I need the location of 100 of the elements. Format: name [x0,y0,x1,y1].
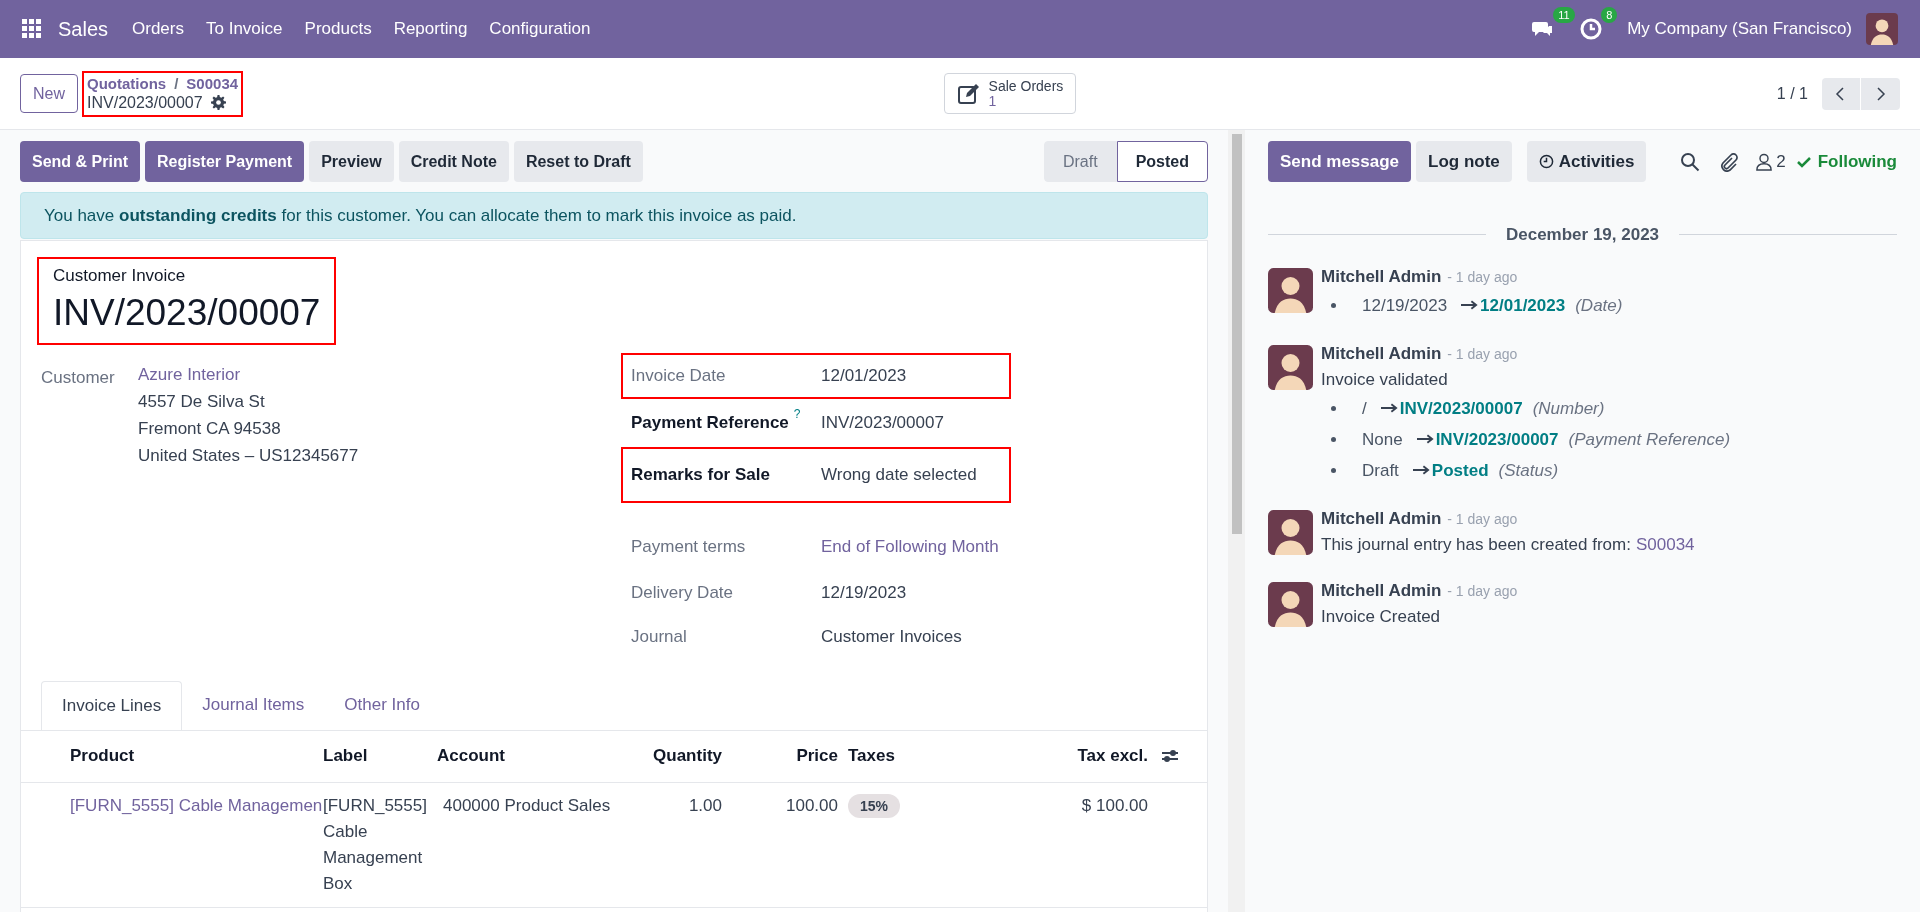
previous-button[interactable] [1822,77,1861,110]
bullet-icon [1331,405,1336,411]
search-icon [1680,151,1701,172]
smart-button[interactable]: Sale Orders 1 [943,73,1077,114]
field-value: Customer Invoices [821,625,962,648]
bullet-icon [1331,467,1336,473]
column-header[interactable]: Product [70,743,323,769]
company-name[interactable]: My Company (San Francisco) [1627,16,1852,42]
action-button[interactable]: Preview [309,141,394,182]
following-toggle[interactable]: Following [1817,148,1897,175]
message-author: Mitchell Admin [1321,579,1442,602]
help-mark[interactable]: ? [793,407,801,420]
clock-icon[interactable] [1579,17,1604,41]
field-value: 12/19/2023 [821,581,907,604]
chatter-button[interactable]: Send message [1268,141,1412,182]
scrollbar-thumb[interactable] [1231,134,1242,534]
column-header[interactable]: Quantity [637,743,722,769]
user-avatar-icon [1866,13,1898,45]
breadcrumb-separator: / [174,74,179,93]
tab[interactable]: Other Info [324,680,440,730]
table-cell-text: 400000 Product Sales [442,794,612,817]
message-author: Mitchell Admin [1321,342,1442,365]
table-cell-text: [FURN_5555] [323,794,428,817]
info-alert: You have outstanding credits for this customer. You can allocate them to mark this invoice as paid. [20,192,1208,239]
count-badge: 8 [1601,7,1618,23]
customer-link[interactable]: Azure Interior [138,360,359,388]
new-button[interactable]: New [20,74,78,113]
action-button[interactable]: Send & Print [20,141,140,182]
table-cell-text: Cable [323,820,369,843]
field-name: (Date) [1575,294,1623,317]
status-step[interactable]: Draft [1044,141,1117,182]
record-link[interactable]: S00034 [1635,531,1695,558]
arrow-right-icon [1461,300,1479,310]
tax-tag: 15% [848,793,901,818]
bullet-icon [1331,302,1336,308]
column-header[interactable]: Price [722,743,838,769]
table-cell-text: 100.00 [785,794,838,817]
field-name: (Number) [1532,397,1605,420]
new-value: Posted [1431,459,1489,482]
address-line: Fremont CA 94538 [138,417,282,440]
field-label: Payment Reference [631,411,789,434]
chatter-button[interactable]: Activities [1526,141,1647,182]
chatter-button[interactable]: Log note [1416,141,1512,182]
old-value: None [1362,428,1403,451]
action-button[interactable]: Register Payment [145,141,305,182]
message-time: - 1 day ago [1447,344,1518,364]
edit-icon [956,81,981,106]
old-value: Draft [1362,459,1399,482]
menu-item[interactable]: Products [304,16,372,42]
table-cell-text: $ 100.00 [1080,794,1148,817]
follower-count[interactable]: 2 [1776,148,1786,175]
clock-icon [1538,154,1554,169]
breadcrumb-link[interactable]: Quotations [87,74,167,93]
menu-item[interactable]: Configuration [489,16,591,42]
action-button[interactable]: Reset to Draft [513,141,643,182]
invoice-number: INV/2023/00007 [53,290,321,335]
action-button[interactable]: Credit Note [398,141,509,182]
menu-item[interactable]: Orders [132,16,184,42]
status-step[interactable]: Posted [1116,141,1208,182]
record-name: INV/2023/00007 [87,92,203,113]
smart-button-count: 1 [988,93,997,109]
message-author: Mitchell Admin [1321,265,1442,288]
field-name: (Status) [1498,459,1559,482]
message-time: - 1 day ago [1447,509,1518,529]
user-avatar-icon [1268,267,1313,313]
next-button[interactable] [1861,77,1900,110]
arrow-right-icon [1380,403,1398,413]
breadcrumb-link[interactable]: S00034 [186,74,239,93]
column-header[interactable]: Taxes [838,743,1028,769]
user-avatar-icon [1268,344,1313,390]
field-label: Payment terms [631,535,746,558]
tab[interactable]: Invoice Lines [41,680,183,730]
apps-menu-icon[interactable] [22,19,42,39]
person-icon [1756,152,1773,171]
new-value: 12/01/2023 [1480,294,1566,317]
message-body: Invoice validated [1321,368,1449,391]
field-name: (Payment Reference) [1568,428,1731,451]
address-line: United States – US12345677 [138,444,359,467]
menu-item[interactable]: Reporting [393,16,468,42]
message-time: - 1 day ago [1447,267,1518,287]
tab[interactable]: Journal Items [182,680,325,730]
paperclip-icon [1718,151,1739,172]
field-link[interactable]: End of Following Month [821,533,999,560]
menu-item[interactable]: To Invoice [206,16,283,42]
field-value: 12/01/2023 [821,364,907,387]
table-cell-text: Management [323,846,424,869]
pager-value: 1 / 1 [1776,83,1808,104]
user-avatar-icon [1268,581,1313,627]
table-cell-text: Box [323,872,354,895]
old-value: / [1362,397,1367,420]
field-value: INV/2023/00007 [821,411,944,434]
field-label: Journal [631,625,687,648]
column-header[interactable]: Tax excl. [1028,743,1148,769]
field-label: Delivery Date [631,581,734,604]
count-badge: 11 [1553,7,1575,23]
table-cell-text: 1.00 [687,794,722,817]
app-name[interactable]: Sales [58,14,109,44]
column-header[interactable]: Label [323,743,437,769]
new-value: INV/2023/00007 [1399,397,1523,420]
column-header[interactable]: Account [437,743,637,769]
